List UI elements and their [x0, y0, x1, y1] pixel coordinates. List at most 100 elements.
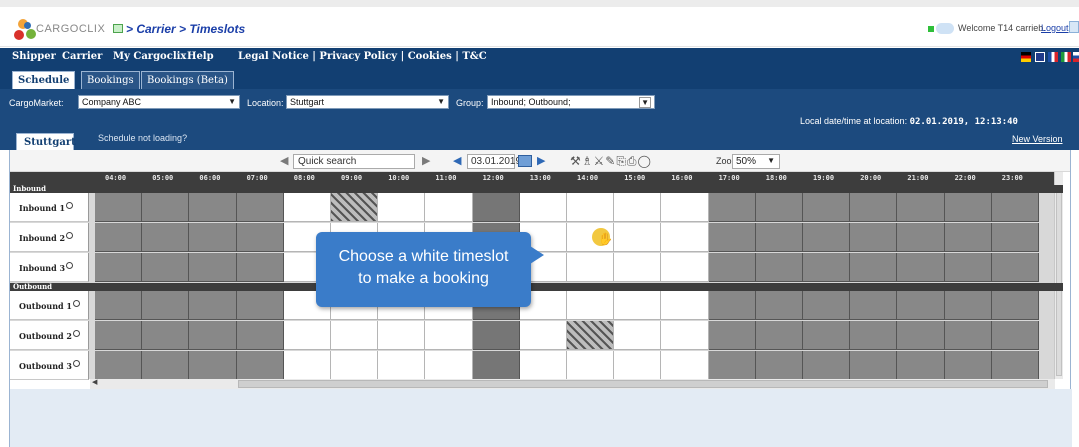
search-icon[interactable] [73, 360, 80, 367]
quick-search-input[interactable]: Quick search [293, 154, 415, 169]
timeslot-unavailable [755, 351, 803, 380]
timeslot-available[interactable] [614, 351, 662, 380]
tab-bookings-beta[interactable]: Bookings (Beta) [141, 71, 234, 89]
vertical-scrollbar[interactable] [1054, 172, 1063, 379]
row-label-outbound-3[interactable]: Outbound 3 [10, 351, 89, 380]
timeslot-available[interactable] [567, 291, 615, 320]
timeslot-available[interactable] [661, 351, 709, 380]
row-label-inbound-2[interactable]: Inbound 2 [10, 223, 89, 252]
tab-location-stuttgart[interactable]: Stuttgart [16, 133, 76, 150]
row-label-inbound-3[interactable]: Inbound 3 [10, 253, 89, 282]
row-label-inbound-1[interactable]: Inbound 1 [10, 193, 89, 222]
timeslot-available[interactable] [614, 321, 662, 350]
prev-day-icon[interactable]: ◀ [453, 154, 461, 167]
timeslot-available[interactable] [614, 193, 662, 222]
zoom-select[interactable]: 50% ▼ [732, 154, 780, 169]
timeslot-available[interactable] [661, 291, 709, 320]
timeslot-unavailable [897, 253, 945, 282]
timeslot-available[interactable] [661, 223, 709, 252]
timeslot-unavailable [236, 223, 284, 252]
search-icon[interactable] [73, 330, 80, 337]
timeslot-unavailable [803, 223, 851, 252]
date-input[interactable]: 03.01.2019 [467, 154, 521, 169]
group-label: Group: [456, 98, 484, 108]
timeslot-available[interactable] [614, 291, 662, 320]
callout-line-2: to make a booking [358, 270, 489, 287]
timeslot-available[interactable] [425, 321, 473, 350]
timeslot-available[interactable] [519, 193, 567, 222]
timeslot-unavailable [944, 253, 992, 282]
row-label-outbound-2[interactable]: Outbound 2 [10, 321, 89, 350]
horizontal-scrollbar[interactable] [90, 379, 1055, 389]
logout-link[interactable]: Logout [1041, 23, 1069, 33]
row-name: Inbound 1 [19, 203, 66, 213]
flag-de-icon[interactable] [1021, 52, 1031, 62]
timeslot-grid: 04:00 05:00 06:00 07:00 08:00 09:00 10:00 11:00… [10, 172, 1063, 380]
timeslot-available[interactable] [567, 253, 615, 282]
search-icon[interactable] [66, 262, 74, 269]
timeslot-unavailable [755, 291, 803, 320]
timeslot-available[interactable] [425, 193, 473, 222]
timeslot-available[interactable] [283, 321, 331, 350]
timeslot-available[interactable] [661, 253, 709, 282]
timeslot-available[interactable] [378, 193, 426, 222]
next-day-icon[interactable]: ▶ [537, 154, 545, 167]
search-icon[interactable] [73, 300, 80, 307]
timeslot-unavailable [897, 291, 945, 320]
nav-help[interactable]: Help [187, 51, 214, 62]
location-select[interactable]: Stuttgart ▼ [286, 95, 449, 109]
timeslot-available[interactable] [283, 351, 331, 380]
toolbar-tools-icons[interactable]: ⚒♗⚔✎⎘⎙◯ [570, 154, 652, 169]
timeslot-available[interactable] [519, 321, 567, 350]
timeslot-available[interactable] [425, 351, 473, 380]
tab-bookings[interactable]: Bookings [81, 71, 140, 89]
calendar-icon[interactable] [518, 155, 532, 167]
nav-my-cargoclix[interactable]: My Cargoclix [113, 51, 186, 62]
flag-uk-icon[interactable] [1035, 52, 1045, 62]
flag-fr-icon[interactable] [1048, 52, 1058, 62]
timeslot-unavailable [142, 321, 190, 350]
timeslot-unavailable [189, 291, 237, 320]
timeslot-available[interactable] [614, 253, 662, 282]
timeslot-unavailable [142, 291, 190, 320]
browser-top-strip [0, 0, 1079, 7]
row-label-outbound-1[interactable]: Outbound 1 [10, 291, 89, 320]
timeslot-available[interactable] [567, 193, 615, 222]
timeslot-available[interactable] [331, 351, 379, 380]
search-icon[interactable] [66, 232, 74, 239]
timeslot-available[interactable] [567, 351, 615, 380]
timeslot-unavailable [331, 193, 379, 222]
timeslot-unavailable [95, 291, 143, 320]
timeslot-unavailable [189, 351, 237, 380]
timeslot-available[interactable] [283, 193, 331, 222]
search-icon[interactable] [66, 202, 74, 209]
timeslot-available[interactable] [378, 351, 426, 380]
nav-shipper[interactable]: Shipper [12, 51, 56, 62]
tab-bar: Schedule Bookings Bookings (Beta) [0, 67, 1079, 89]
timeslot-unavailable [472, 193, 520, 222]
timeslot-available[interactable] [519, 351, 567, 380]
timeslot-available[interactable] [614, 223, 662, 252]
nav-legal-links[interactable]: Legal Notice | Privacy Policy | Cookies … [238, 51, 487, 62]
breadcrumb: > Carrier > Timeslots [126, 22, 246, 36]
flag-ru-icon[interactable] [1073, 52, 1079, 62]
timeslot-available[interactable] [378, 321, 426, 350]
prev-search-icon[interactable]: ◀ [280, 154, 288, 167]
group-select[interactable]: Inbound; Outbound; ▼ [487, 95, 655, 109]
cargomarket-select[interactable]: Company ABC ▼ [78, 95, 240, 109]
schedule-not-loading-link[interactable]: Schedule not loading? [98, 133, 187, 143]
tab-schedule[interactable]: Schedule [12, 71, 76, 89]
timeslot-available[interactable] [661, 321, 709, 350]
row-name: Outbound 3 [19, 361, 72, 371]
flag-it-icon[interactable] [1061, 52, 1071, 62]
new-version-link[interactable]: New Version [1012, 134, 1063, 144]
logout-icon[interactable] [1069, 21, 1079, 33]
timeslot-available[interactable] [331, 321, 379, 350]
scroll-left-icon[interactable]: ◀ [92, 378, 97, 386]
next-search-icon[interactable]: ▶ [422, 154, 430, 167]
timeslot-unavailable [189, 253, 237, 282]
nav-carrier[interactable]: Carrier [62, 51, 102, 62]
horizontal-scroll-thumb[interactable] [238, 380, 1048, 388]
timeslot-available[interactable] [661, 193, 709, 222]
vertical-scroll-thumb[interactable] [1056, 186, 1062, 376]
